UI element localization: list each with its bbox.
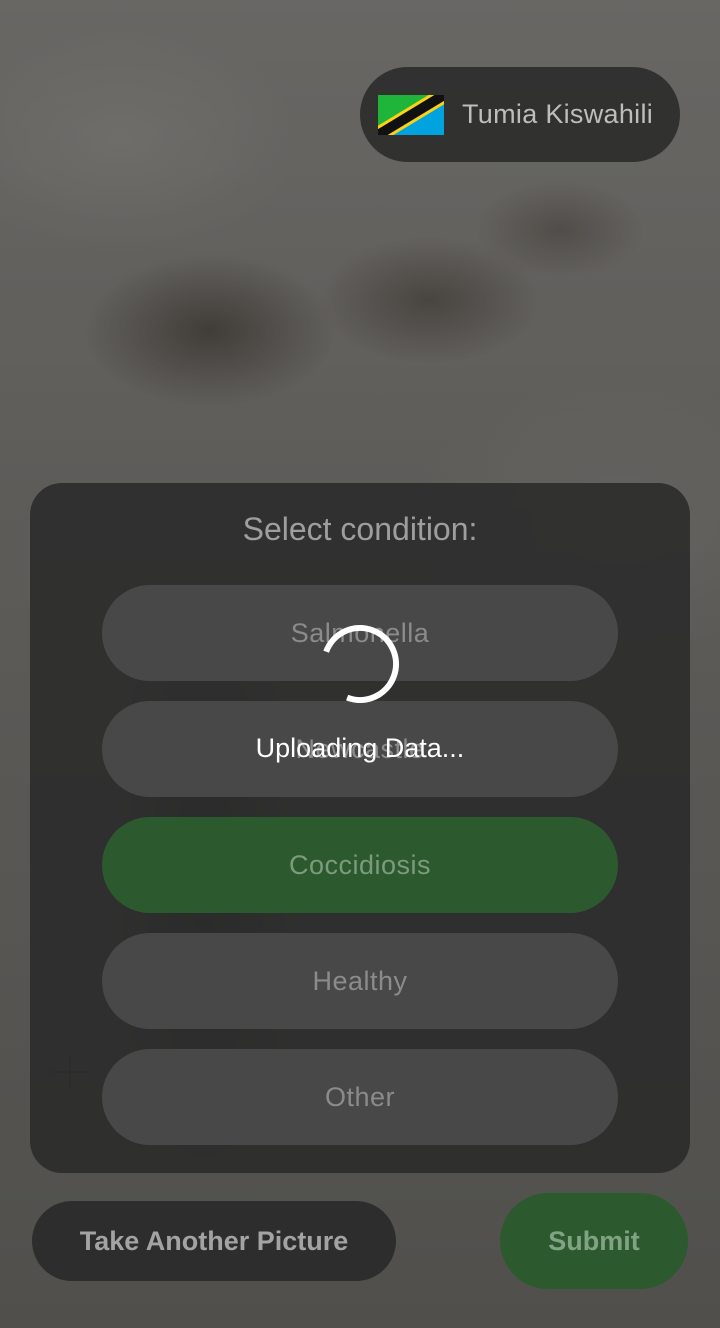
loading-status-text: Uploading Data... — [255, 733, 465, 763]
submit-button[interactable]: Submit — [500, 1193, 688, 1289]
condition-option-coccidiosis[interactable]: Coccidiosis — [102, 817, 618, 913]
condition-option-healthy[interactable]: Healthy — [102, 933, 618, 1029]
condition-selection-panel: Select condition: Salmonella Newcastle C… — [30, 483, 690, 1173]
loading-spinner-icon — [321, 625, 399, 703]
condition-option-other[interactable]: Other — [102, 1049, 618, 1145]
language-toggle-button[interactable]: Tumia Kiswahili — [360, 67, 680, 162]
take-another-picture-button[interactable]: Take Another Picture — [32, 1201, 396, 1281]
panel-title: Select condition: — [242, 511, 478, 547]
language-toggle-label: Tumia Kiswahili — [462, 99, 654, 129]
tanzania-flag-icon — [378, 94, 444, 135]
